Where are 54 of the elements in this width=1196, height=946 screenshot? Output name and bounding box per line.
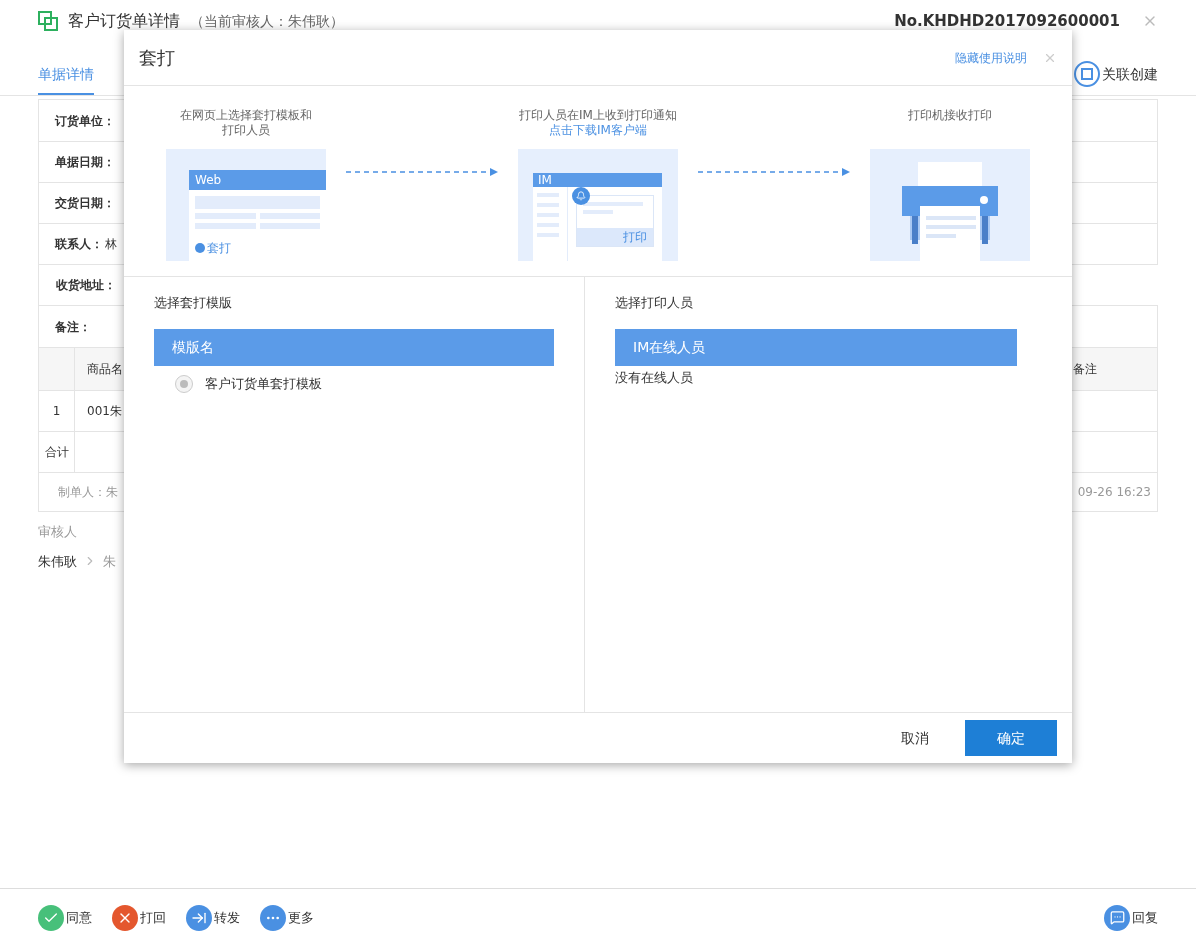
panel-heading: 选择打印人员 [615,294,694,312]
field-label: 单据日期： [55,154,115,171]
current-reviewer: （当前审核人：朱伟耿） [190,11,344,31]
dialog-title: 套打 [139,46,175,70]
tab[interactable]: 单据详情 [38,55,94,95]
download-link[interactable]: 点击下载IM客户端 [549,123,647,138]
empty-message: 没有在线人员 [615,368,694,387]
column-header: 备注 [1072,361,1098,378]
page-title: 客户订货单详情 [68,10,180,32]
document-number: No.KHDHD2017092600001 [894,10,1120,32]
column-header: 模版名 [154,328,554,366]
field-value: 林 [105,236,117,253]
step-caption: 在网页上选择套打模板和 打印人员 [180,108,312,138]
creator-text: 制单人：朱 [58,484,118,501]
created-time: 09-26 16:23 [1077,484,1151,501]
cancel-button[interactable]: 取消 [885,720,945,756]
reviewer-name: 朱 [103,552,116,571]
chat-icon [1104,904,1130,931]
template-name: 客户订货单套打模板 [205,374,322,393]
field-label: 收货地址： [56,277,116,294]
action-label: 套打 [207,240,231,257]
document-icon [38,11,58,31]
section-label: 审核人 [38,523,78,541]
window-title: IM [533,173,662,187]
table-cell-text: 001朱 [86,403,122,420]
action-button[interactable]: 转发 [186,904,240,931]
action-icon [186,904,212,931]
field-label: 交货日期： [55,195,115,212]
table-cell: 1 [39,391,75,431]
step-caption: 打印机接收打印 [908,108,992,123]
confirm-button[interactable]: 确定 [965,720,1057,756]
action-button[interactable]: 同意 [38,904,92,931]
radio-button[interactable] [175,374,193,393]
field-label: 备注： [55,318,91,336]
reviewer-name: 朱伟耿 [38,552,77,571]
action-button[interactable]: 更多 [260,904,314,931]
action-label: 打印 [577,228,653,246]
action-icon [260,904,286,931]
related-create-button[interactable]: 关联创建 [1074,61,1158,87]
column-header: IM在线人员 [615,328,1017,366]
column-header: 商品名 [86,361,123,378]
link-icon [1074,61,1100,87]
step-caption: 打印人员在IM上收到打印通知 [519,108,677,123]
field-label: 订货单位： [55,112,115,130]
field-label: 联系人： [55,236,103,253]
reply-button[interactable]: 回复 [1104,904,1158,931]
table-cell: 合计 [39,432,75,472]
hide-instructions-link[interactable]: 隐藏使用说明 [955,48,1027,67]
action-button[interactable]: 打回 [112,904,166,931]
action-icon [38,904,64,931]
action-icon [112,904,138,931]
bell-icon [572,187,590,205]
window-title: Web [189,170,326,190]
panel-heading: 选择套打模版 [154,294,233,312]
